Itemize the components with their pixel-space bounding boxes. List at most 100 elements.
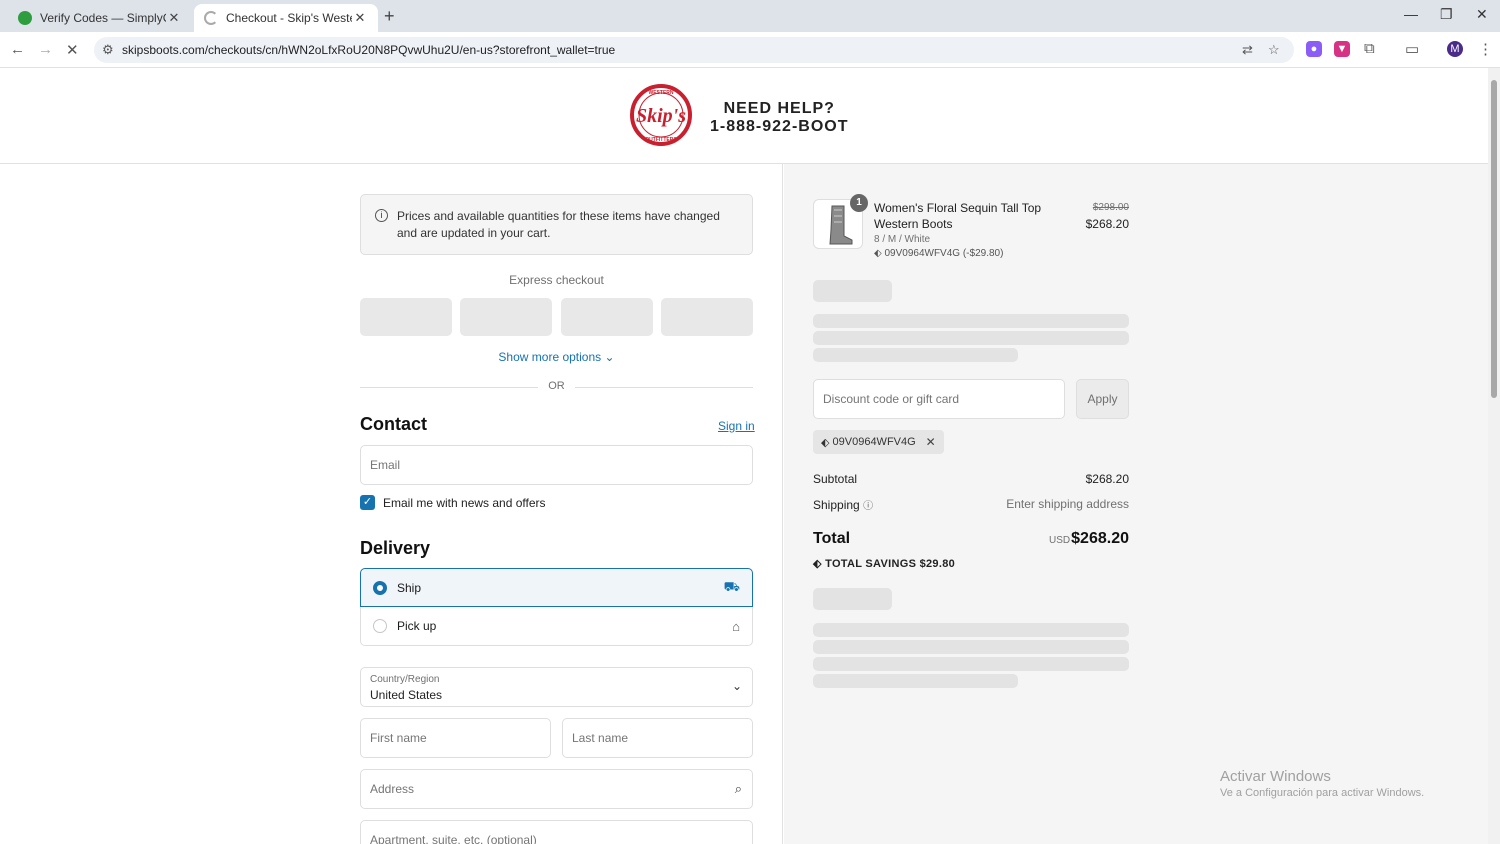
windows-activation-watermark: Activar Windows Ve a Configuración para … [1220, 768, 1424, 799]
loading-skeleton [813, 674, 1018, 688]
url-text[interactable]: skipsboots.com/checkouts/cn/hWN2oLfxRoU2… [122, 43, 615, 57]
tag-icon: ⬖ [821, 436, 833, 449]
or-divider: OR [360, 380, 753, 394]
page-scrollbar[interactable] [1488, 68, 1500, 844]
checkout-header: Skip's WESTERN OUTFITTERS NEED HELP? 1-8… [0, 68, 1488, 164]
bookmark-star-icon[interactable]: ☆ [1268, 42, 1280, 58]
back-icon[interactable]: ← [10, 41, 25, 58]
divider-line [575, 387, 753, 388]
pickup-label: Pick up [397, 619, 437, 633]
store-icon: ⌂ [732, 618, 740, 634]
country-select[interactable]: Country/Region United States ⌄ [360, 667, 753, 707]
loading-skeleton [813, 588, 892, 610]
truck-icon: ⛟ [723, 578, 740, 594]
search-icon: ⌕ [734, 781, 742, 796]
checkout-form-column: i Prices and available quantities for th… [0, 164, 783, 844]
remove-code-icon[interactable]: ✕ [926, 435, 936, 449]
forward-icon[interactable]: → [38, 41, 53, 58]
express-pay-button[interactable] [661, 298, 753, 336]
subtotal-value: $268.20 [1085, 472, 1129, 486]
minimize-icon[interactable]: — [1404, 6, 1418, 22]
browser-tab-simplycodes[interactable]: Verify Codes — SimplyCodes ✕ [8, 4, 192, 32]
address-field[interactable]: ⌕ [360, 769, 753, 809]
express-pay-button[interactable] [561, 298, 653, 336]
product-price: $268.20 [1085, 217, 1129, 231]
tab-close-icon[interactable]: ✕ [352, 10, 368, 26]
tab-close-icon[interactable]: ✕ [166, 10, 182, 26]
watermark-title: Activar Windows [1220, 768, 1331, 785]
product-name: Women's Floral Sequin Tall Top Western B… [874, 201, 1042, 231]
total-savings: ⬖ TOTAL SAVINGS $29.80 [813, 557, 955, 570]
discount-code-field[interactable] [813, 379, 1065, 419]
new-tab-icon[interactable]: + [384, 6, 395, 27]
extension-shield-icon[interactable]: ▼ [1334, 41, 1350, 57]
site-info-icon[interactable]: ⚙ [102, 42, 114, 58]
apartment-field[interactable] [360, 820, 753, 844]
apply-button[interactable]: Apply [1076, 379, 1129, 419]
profile-avatar[interactable]: M [1447, 41, 1463, 57]
chevron-down-icon: ⌄ [604, 350, 615, 364]
subtotal-label: Subtotal [813, 472, 858, 486]
menu-kebab-icon[interactable]: ⋮ [1478, 40, 1493, 58]
shipping-row: Shipping ⓘ Enter shipping address [813, 497, 1129, 512]
order-summary-column: 1 Women's Floral Sequin Tall Top Western… [784, 164, 1488, 844]
watermark-subtitle: Ve a Configuración para activar Windows. [1220, 787, 1425, 799]
tab-title: Verify Codes — SimplyCodes [40, 11, 166, 25]
savings-label: TOTAL SAVINGS [825, 558, 917, 570]
extension-simplycodes-icon[interactable]: ● [1306, 41, 1322, 57]
tag-icon: ⬖ [813, 558, 826, 570]
apartment-input[interactable] [370, 821, 743, 844]
discount-code-input[interactable] [823, 380, 1055, 418]
pickup-radio[interactable] [373, 619, 387, 633]
delivery-option-pickup[interactable]: Pick up ⌂ [360, 607, 753, 646]
loading-skeleton [813, 623, 1129, 637]
simplycodes-favicon-icon [18, 11, 32, 25]
window-close-icon[interactable]: ✕ [1476, 6, 1488, 23]
product-variant: 8 / M / White [874, 234, 931, 245]
restore-icon[interactable]: ❐ [1440, 6, 1453, 23]
help-circle-icon[interactable]: ⓘ [863, 501, 873, 512]
applied-discount-chip: ⬖ 09V0964WFV4G ✕ [813, 430, 944, 454]
extensions-puzzle-icon[interactable]: ⧉ [1364, 40, 1375, 57]
info-icon: i [375, 209, 388, 222]
loading-skeleton [813, 348, 1018, 362]
applied-code: 09V0964WFV4G [832, 436, 916, 448]
or-text: OR [548, 380, 565, 392]
address-bar[interactable]: ⚙ skipsboots.com/checkouts/cn/hWN2oLfxRo… [94, 37, 1294, 63]
newsletter-checkbox-row[interactable]: ✓ Email me with news and offers [360, 495, 546, 510]
product-discount-text: 09V0964WFV4G (-$29.80) [884, 248, 1004, 259]
help-phone-number[interactable]: 1-888-922-BOOT [710, 118, 849, 136]
stop-loading-icon[interactable]: ✕ [66, 41, 79, 59]
ship-radio[interactable] [373, 580, 387, 595]
browser-tab-checkout[interactable]: Checkout - Skip's Western Outf ✕ [194, 4, 378, 32]
newsletter-checkbox[interactable]: ✓ [360, 495, 375, 510]
address-input[interactable] [370, 770, 720, 808]
checkout-page: Skip's WESTERN OUTFITTERS NEED HELP? 1-8… [0, 68, 1488, 844]
sign-in-link[interactable]: Sign in [718, 419, 755, 433]
email-field[interactable] [360, 445, 753, 485]
subtotal-row: Subtotal $268.20 [813, 472, 1129, 486]
svg-text:Skip's: Skip's [636, 105, 686, 127]
country-value[interactable]: United States [370, 688, 442, 702]
last-name-field[interactable] [562, 718, 753, 758]
help-title: NEED HELP? [723, 100, 835, 117]
skips-logo[interactable]: Skip's WESTERN OUTFITTERS [626, 84, 696, 146]
loading-skeleton [813, 314, 1129, 328]
last-name-input[interactable] [572, 719, 743, 757]
loading-skeleton [813, 280, 892, 302]
express-pay-button[interactable] [460, 298, 552, 336]
scrollbar-thumb[interactable] [1491, 80, 1497, 398]
tab-title: Checkout - Skip's Western Outf [226, 11, 352, 25]
ship-label: Ship [397, 580, 422, 595]
side-panel-icon[interactable]: ▭ [1405, 40, 1419, 58]
express-pay-button[interactable] [360, 298, 452, 336]
first-name-field[interactable] [360, 718, 551, 758]
browser-tab-bar: Verify Codes — SimplyCodes ✕ Checkout - … [0, 0, 1500, 32]
email-input[interactable] [370, 446, 743, 484]
translate-icon[interactable]: ⇄ [1242, 42, 1253, 58]
delivery-option-ship[interactable]: Ship ⛟ [360, 568, 753, 607]
help-phone: NEED HELP? 1-888-922-BOOT [710, 100, 849, 136]
show-more-options-link[interactable]: Show more options ⌄ [360, 350, 753, 364]
delivery-heading: Delivery [360, 538, 431, 558]
first-name-input[interactable] [370, 719, 541, 757]
